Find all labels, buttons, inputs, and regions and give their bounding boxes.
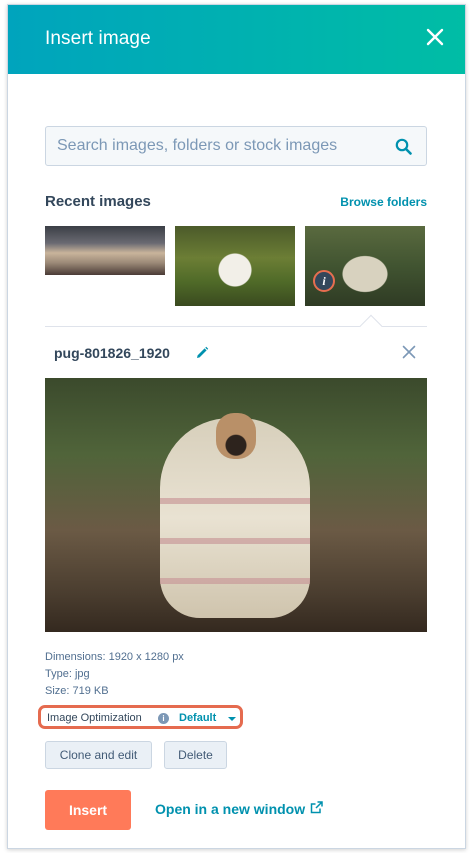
image-dimensions: Dimensions: 1920 x 1280 px — [45, 651, 184, 663]
delete-button[interactable]: Delete — [164, 741, 227, 769]
image-optimization-label: Image Optimization — [47, 712, 142, 724]
browse-folders-link[interactable]: Browse folders — [340, 195, 427, 209]
search-input[interactable] — [46, 127, 386, 165]
image-optimization-highlight: Image Optimization i Default — [38, 705, 243, 729]
open-in-new-window-link[interactable]: Open in a new window — [155, 801, 305, 817]
recent-image-thumbnail-puppy[interactable] — [175, 226, 295, 306]
recent-image-thumbnail-pug[interactable]: i — [305, 226, 425, 306]
file-name: pug-801826_1920 — [54, 345, 170, 361]
pencil-icon[interactable] — [195, 346, 209, 360]
chevron-down-icon[interactable] — [228, 717, 236, 721]
insert-button[interactable]: Insert — [45, 790, 131, 830]
clone-and-edit-button[interactable]: Clone and edit — [45, 741, 152, 769]
info-icon[interactable]: i — [313, 270, 335, 292]
panel-header: Insert image — [8, 5, 465, 74]
search-icon[interactable] — [395, 138, 412, 155]
image-preview — [45, 378, 427, 632]
info-icon[interactable]: i — [158, 713, 169, 724]
image-size: Size: 719 KB — [45, 685, 109, 697]
selection-caret — [359, 314, 383, 338]
panel-title: Insert image — [45, 28, 151, 49]
image-optimization-dropdown[interactable]: Default — [179, 712, 216, 724]
external-link-icon[interactable] — [310, 801, 323, 814]
close-icon[interactable] — [402, 345, 416, 359]
image-type: Type: jpg — [45, 668, 90, 680]
recent-image-thumbnail-dog-lying[interactable] — [45, 226, 165, 275]
close-icon[interactable] — [425, 27, 445, 47]
recent-images-title: Recent images — [45, 193, 151, 210]
search-box — [45, 126, 427, 166]
insert-image-panel: Insert image Recent images Browse folder… — [7, 4, 466, 849]
